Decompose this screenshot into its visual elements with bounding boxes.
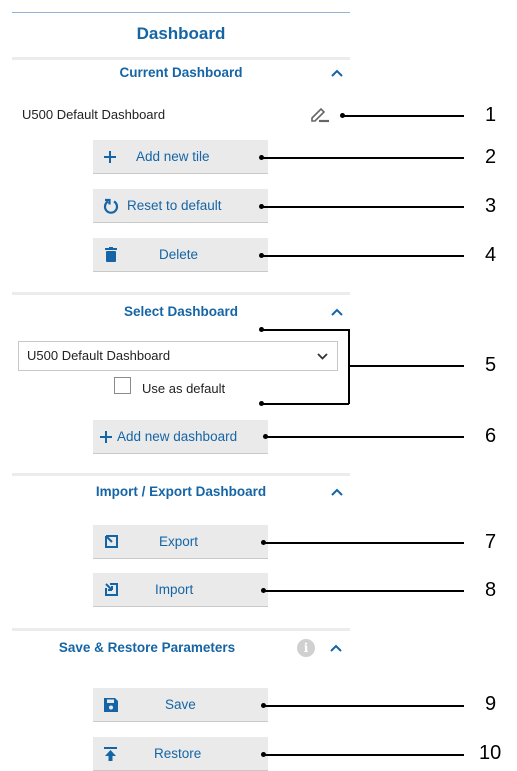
- export-button[interactable]: Export: [93, 525, 268, 559]
- callout-number: 4: [485, 244, 497, 266]
- callout-number: 3: [485, 195, 497, 217]
- select-dashboard-heading: Select Dashboard: [123, 304, 239, 319]
- chevron-up-icon[interactable]: [331, 487, 343, 497]
- callout-bracket: [348, 329, 350, 404]
- reset-default-button[interactable]: Reset to default: [93, 189, 268, 223]
- callout-line: [263, 255, 464, 257]
- callout-line: [263, 403, 349, 405]
- save-icon: [104, 688, 118, 721]
- callout-number: 10: [479, 742, 502, 764]
- import-label: Import: [155, 582, 194, 597]
- section-divider: [12, 473, 350, 476]
- add-tile-label: Add new tile: [136, 149, 210, 164]
- dashboard-name: U500 Default Dashboard: [22, 107, 166, 122]
- section-divider: [12, 628, 350, 631]
- chevron-up-icon[interactable]: [330, 643, 342, 653]
- delete-button[interactable]: Delete: [93, 238, 268, 272]
- use-default-checkbox[interactable]: [114, 377, 131, 394]
- import-button[interactable]: Import: [93, 573, 268, 607]
- callout-line: [349, 365, 464, 367]
- plus-icon: [103, 140, 117, 173]
- top-divider: [12, 12, 350, 13]
- use-default-label: Use as default: [142, 381, 226, 396]
- save-button[interactable]: Save: [93, 688, 268, 722]
- info-icon[interactable]: i: [297, 639, 315, 657]
- reset-default-label: Reset to default: [127, 198, 222, 213]
- chevron-down-icon: [317, 353, 328, 360]
- trash-icon: [105, 238, 117, 271]
- callout-line: [344, 115, 464, 117]
- restore-icon: [104, 737, 117, 770]
- current-dashboard-heading: Current Dashboard: [119, 65, 243, 80]
- callout-number: 5: [485, 354, 497, 376]
- callout-number: 7: [485, 531, 497, 553]
- dashboard-select[interactable]: U500 Default Dashboard: [18, 341, 338, 371]
- callout-number: 9: [485, 693, 497, 715]
- chevron-up-icon[interactable]: [331, 68, 343, 78]
- callout-line: [265, 590, 464, 592]
- save-restore-header[interactable]: Save & Restore Parameters i: [12, 638, 350, 658]
- chevron-up-icon[interactable]: [331, 307, 343, 317]
- add-dashboard-button[interactable]: Add new dashboard: [93, 420, 268, 454]
- panel-title: Dashboard: [136, 24, 226, 43]
- callout-line: [263, 329, 349, 331]
- callout-line: [265, 754, 464, 756]
- import-export-header[interactable]: Import / Export Dashboard: [12, 482, 350, 502]
- import-icon: [104, 573, 119, 606]
- select-dashboard-header[interactable]: Select Dashboard: [12, 302, 350, 322]
- export-label: Export: [159, 534, 199, 549]
- plus-icon: [99, 420, 113, 453]
- reset-icon: [103, 189, 119, 222]
- dashboard-select-value: U500 Default Dashboard: [27, 348, 171, 363]
- section-divider: [12, 292, 350, 295]
- callout-number: 8: [485, 579, 497, 601]
- edit-icon[interactable]: [309, 106, 331, 124]
- callout-number: 2: [485, 146, 497, 168]
- callout-line: [265, 542, 464, 544]
- add-tile-button[interactable]: Add new tile: [93, 140, 268, 174]
- import-export-heading: Import / Export Dashboard: [95, 484, 267, 499]
- save-label: Save: [165, 697, 196, 712]
- export-icon: [104, 525, 119, 558]
- callout-line: [263, 206, 464, 208]
- section-divider: [12, 57, 350, 60]
- save-restore-heading: Save & Restore Parameters: [58, 640, 236, 655]
- callout-line: [267, 436, 464, 438]
- restore-label: Restore: [154, 746, 202, 761]
- callout-number: 6: [485, 425, 497, 447]
- current-dashboard-header[interactable]: Current Dashboard: [12, 63, 350, 83]
- add-dashboard-label: Add new dashboard: [117, 429, 238, 444]
- callout-line: [263, 157, 464, 159]
- delete-label: Delete: [159, 247, 199, 262]
- callout-number: 1: [485, 104, 497, 126]
- callout-line: [265, 705, 464, 707]
